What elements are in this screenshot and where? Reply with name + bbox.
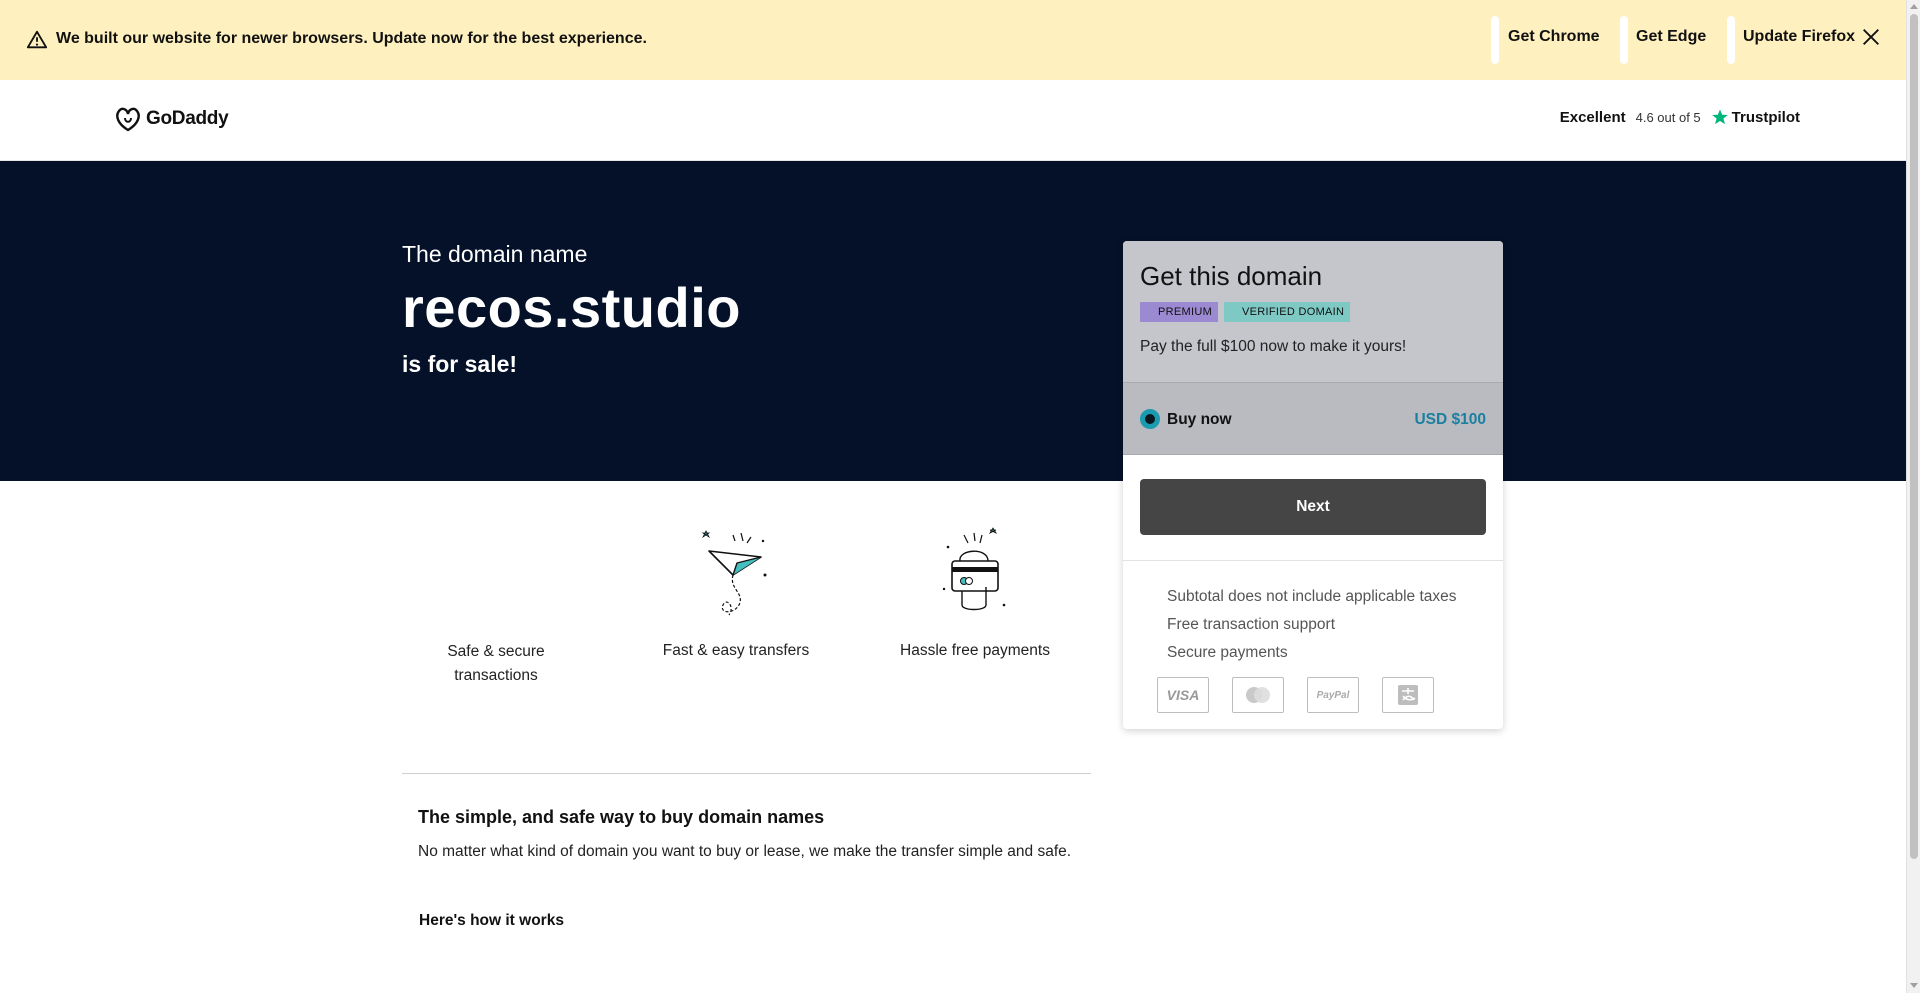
card-title: Get this domain <box>1140 261 1323 291</box>
feature-label-line2: transactions <box>454 667 538 684</box>
feature-label-line1: Hassle free payments <box>900 642 1050 659</box>
banner-divider <box>1620 16 1628 64</box>
trust-rating-label: Excellent <box>1559 108 1626 126</box>
banner-message: We built our website for newer browsers.… <box>56 30 647 47</box>
alipay-glyph-icon <box>1398 685 1418 705</box>
note-taxes: Subtotal does not include applicable tax… <box>1167 588 1457 605</box>
paper-plane-illustration-icon <box>701 530 767 616</box>
scrollbar-thumb[interactable] <box>1910 14 1918 859</box>
hero-section: The domain name recos.studio is for sale… <box>0 161 1906 481</box>
paypal-icon: PayPal <box>1307 677 1359 713</box>
scroll-up-arrow-icon[interactable] <box>1910 4 1918 9</box>
buy-now-radio[interactable] <box>1140 409 1160 429</box>
trustpilot-brand: Trustpilot <box>1711 108 1800 126</box>
verified-badge: VERIFIED DOMAIN <box>1224 302 1351 322</box>
mastercard-icon <box>1232 677 1284 713</box>
scroll-down-arrow-icon[interactable] <box>1910 983 1918 988</box>
next-button[interactable]: Next <box>1140 479 1486 535</box>
alipay-icon <box>1382 677 1434 713</box>
buy-now-price: USD $100 <box>1414 411 1486 428</box>
purchase-card: Get this domain PREMIUM VERIFIED DOMAIN … <box>1123 241 1503 729</box>
get-edge-link[interactable]: Get Edge <box>1636 28 1706 46</box>
warning-icon <box>26 30 48 49</box>
visa-label: VISA <box>1166 687 1200 703</box>
banner-divider <box>1491 16 1499 64</box>
how-it-works-heading: Here's how it works <box>419 912 564 929</box>
trustpilot-rating[interactable]: Excellent 4.6 out of 5 Trustpilot <box>1560 108 1800 126</box>
info-title: The simple, and safe way to buy domain n… <box>418 807 825 827</box>
site-header: GoDaddy Excellent 4.6 out of 5 Trustpilo… <box>0 80 1906 161</box>
premium-badge: PREMIUM <box>1140 302 1219 322</box>
note-secure: Secure payments <box>1167 644 1288 661</box>
buy-now-option[interactable]: Buy now USD $100 <box>1123 382 1503 455</box>
update-firefox-link[interactable]: Update Firefox <box>1743 28 1855 46</box>
godaddy-logo-icon <box>116 107 140 132</box>
feature-hassle-free-payments: Hassle free payments <box>895 527 1055 663</box>
section-divider <box>402 773 1091 774</box>
domain-name: recos.studio <box>402 276 741 339</box>
mastercard-circles-icon <box>1246 687 1270 703</box>
feature-fast-transfers: Fast & easy transfers <box>656 527 816 663</box>
card-description: Pay the full $100 now to make it yours! <box>1140 338 1407 355</box>
browser-update-banner: We built our website for newer browsers.… <box>0 0 1906 80</box>
buy-now-label: Buy now <box>1167 411 1232 428</box>
close-icon[interactable] <box>1860 26 1882 48</box>
card-header: Get this domain PREMIUM VERIFIED DOMAIN … <box>1123 241 1503 382</box>
trustpilot-label: Trustpilot <box>1731 108 1800 126</box>
logo-wordmark: GoDaddy <box>146 108 229 129</box>
feature-safe-secure: Safe & secure transactions <box>426 640 566 688</box>
trust-score: 4.6 out of 5 <box>1635 109 1701 125</box>
feature-label-line1: Fast & easy transfers <box>662 642 810 659</box>
hero-pretext: The domain name <box>402 241 588 267</box>
get-chrome-link[interactable]: Get Chrome <box>1508 28 1600 46</box>
visa-icon: VISA <box>1157 677 1209 713</box>
info-text: No matter what kind of domain you want t… <box>418 843 1072 860</box>
godaddy-logo[interactable]: GoDaddy <box>114 106 229 132</box>
feature-label-line1: Safe & secure <box>447 643 545 660</box>
note-support: Free transaction support <box>1167 616 1336 633</box>
star-icon <box>1711 109 1728 125</box>
paypal-label: PayPal <box>1316 689 1350 701</box>
payment-methods: VISA PayPal <box>1157 677 1434 713</box>
page-scrollbar[interactable] <box>1906 0 1920 993</box>
payment-card-illustration-icon <box>942 527 1006 611</box>
card-notes: Subtotal does not include applicable tax… <box>1167 583 1457 667</box>
next-section: Next <box>1123 455 1503 561</box>
hero-posttext: is for sale! <box>402 351 518 377</box>
banner-divider <box>1727 16 1735 64</box>
